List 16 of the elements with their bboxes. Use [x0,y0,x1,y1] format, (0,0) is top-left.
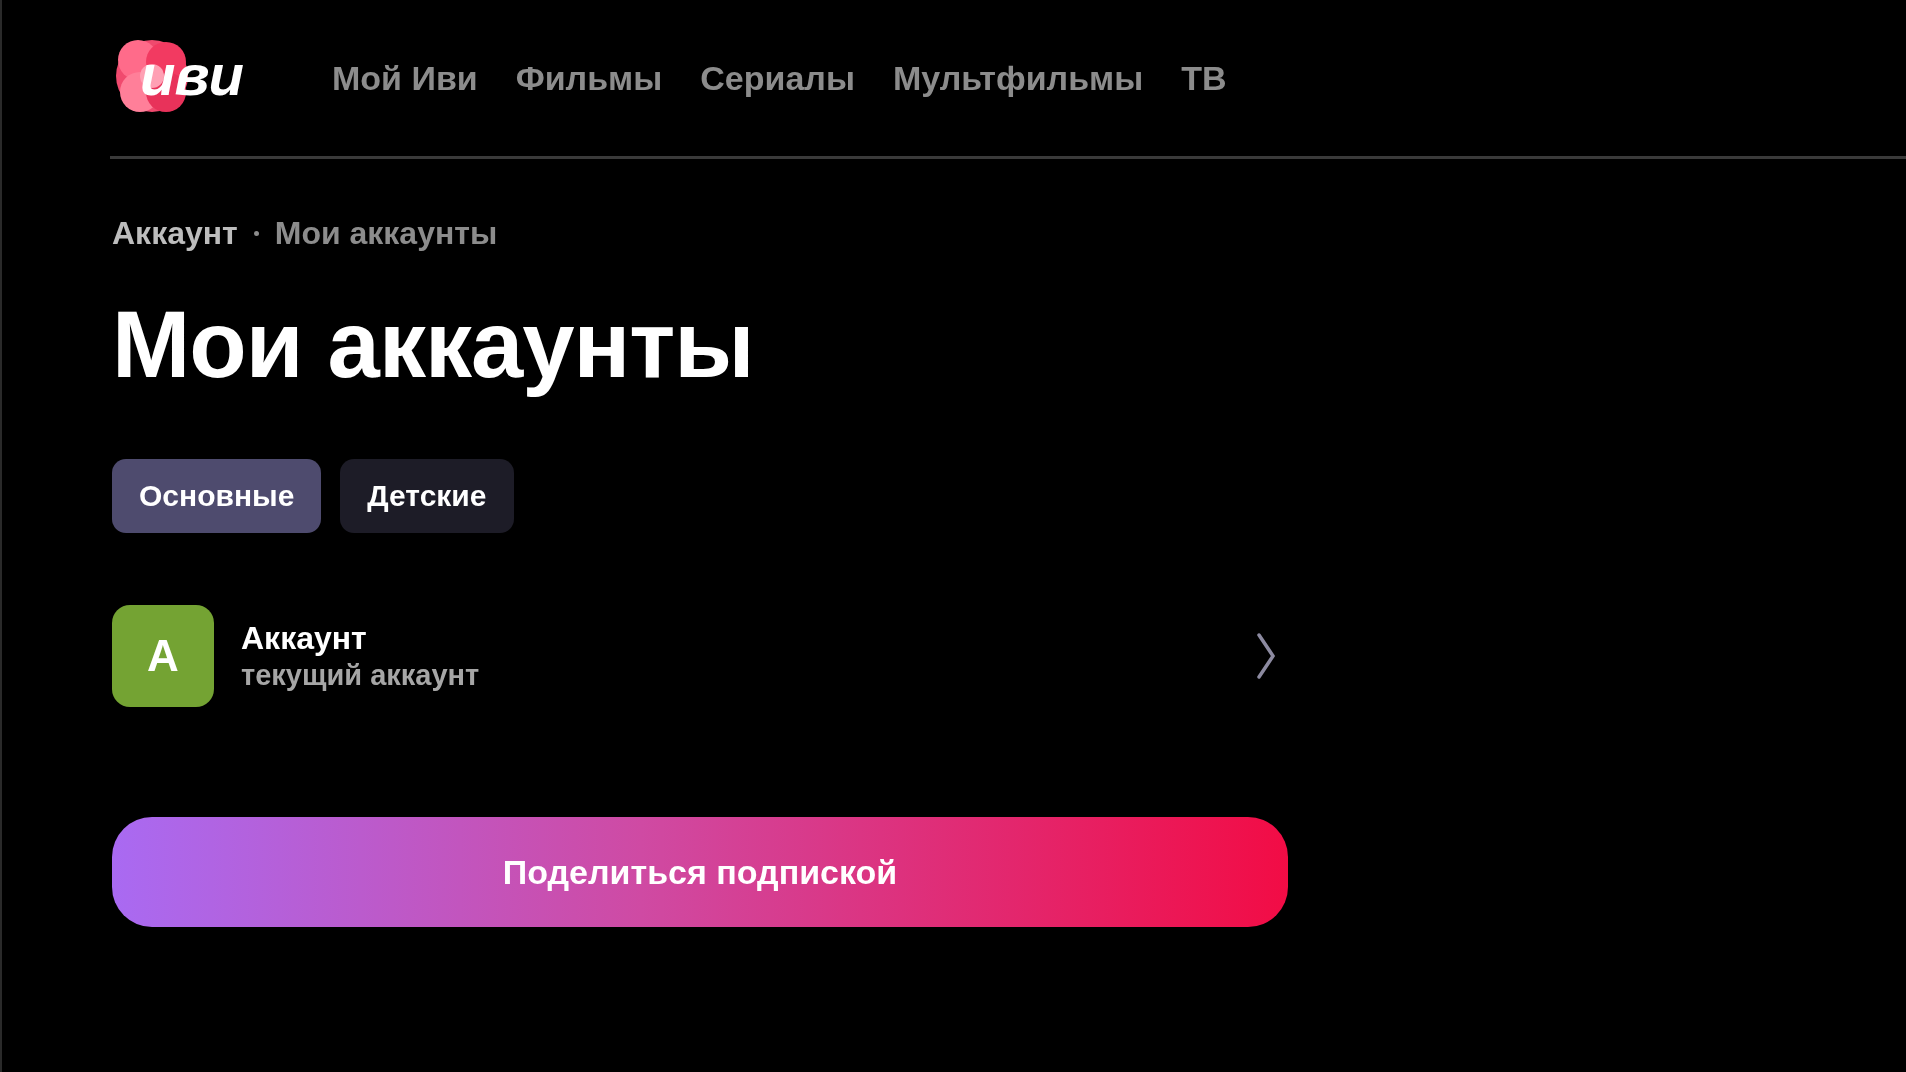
page-title: Мои аккаунты [112,291,755,399]
nav-link[interactable]: Сериалы [700,58,855,98]
nav-link[interactable]: ТВ [1181,58,1227,98]
nav-link[interactable]: Фильмы [515,58,663,98]
share-subscription-button[interactable]: Поделиться подпиской [112,817,1288,927]
breadcrumb-current: Мои аккаунты [274,214,498,252]
account-name: Аккаунт [241,620,368,657]
tab[interactable]: Детские [340,459,514,533]
account-subtitle: текущий аккаунт [241,659,481,692]
separator-dot [253,230,259,236]
avatar: А [112,605,214,707]
breadcrumb-link[interactable]: Аккаунт [112,214,238,252]
nav-link[interactable]: Мой Иви [332,58,478,98]
tab[interactable]: Основные [112,459,322,533]
chevron-icon[interactable] [1256,633,1276,679]
nav-link[interactable]: Мультфильмы [893,58,1144,98]
